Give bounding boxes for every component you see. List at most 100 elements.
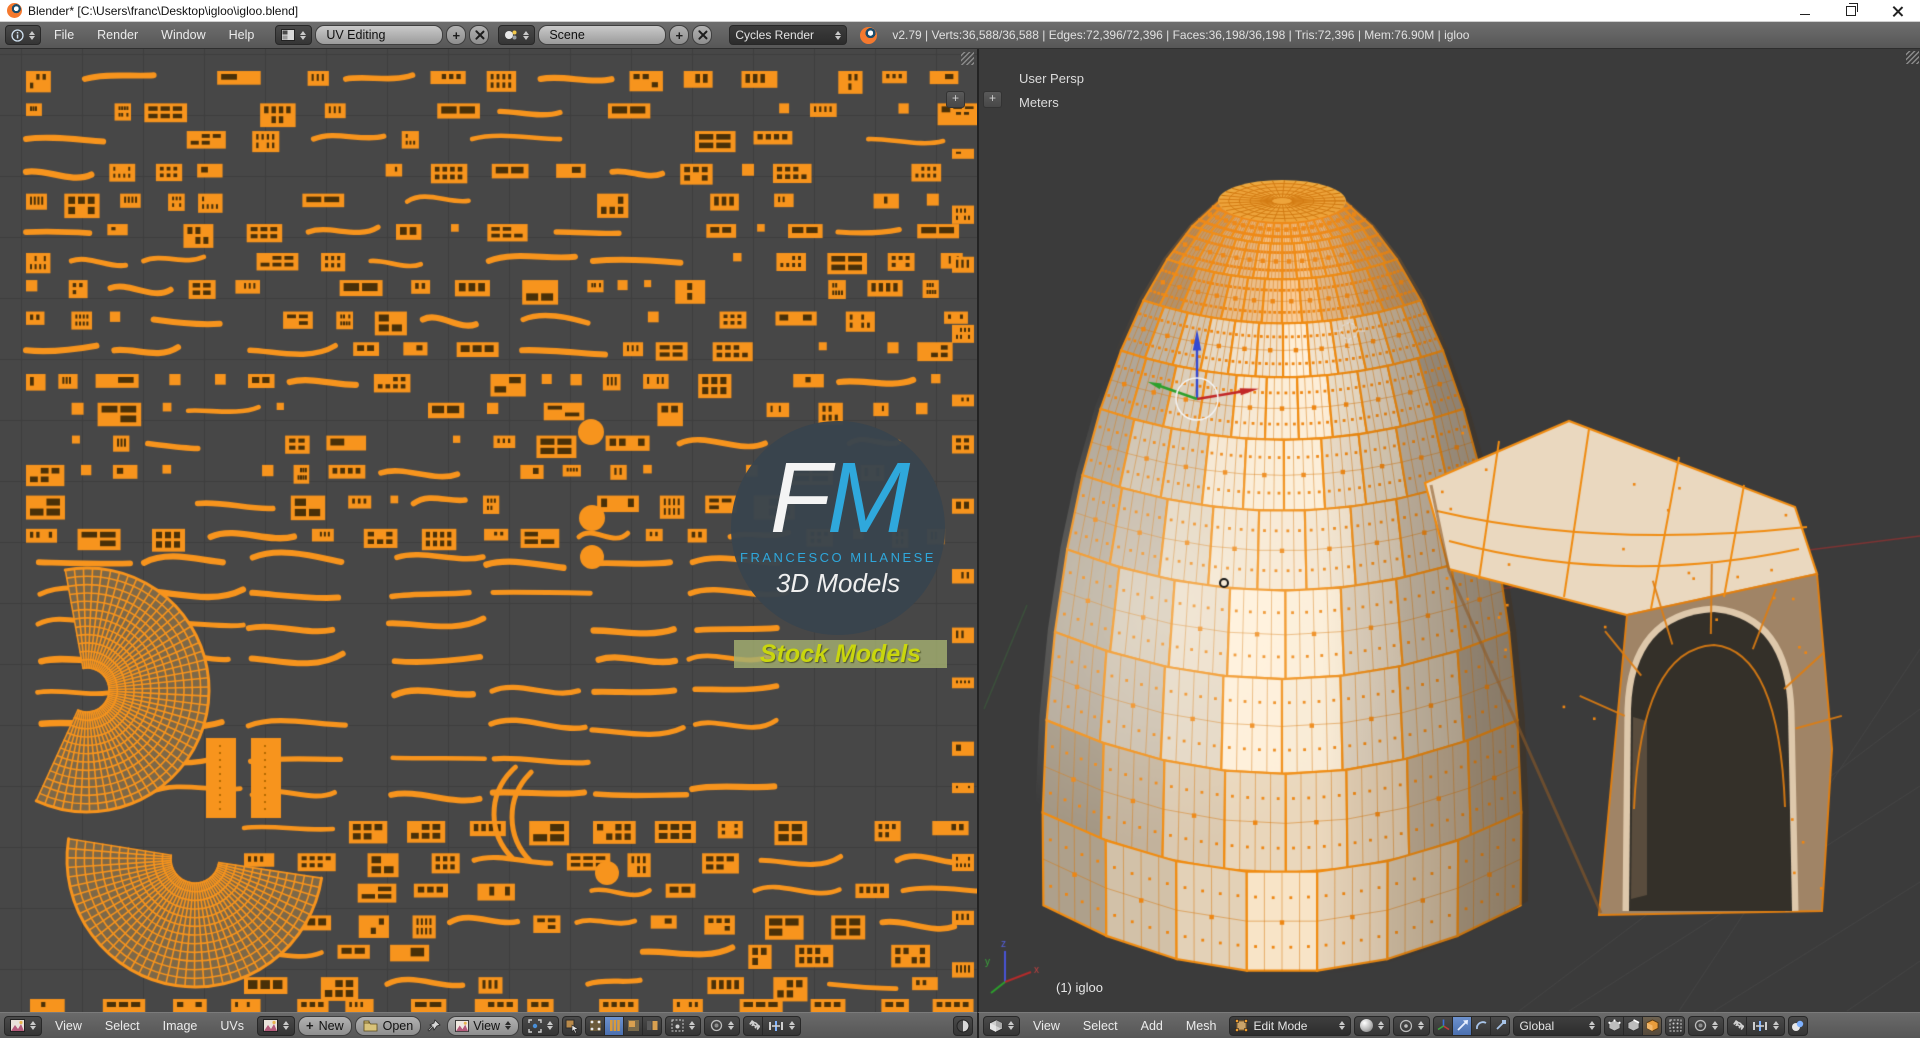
dropdown-arrows-icon bbox=[300, 30, 307, 40]
uv-select-island-button[interactable] bbox=[642, 1015, 663, 1036]
sticky-icon bbox=[671, 1019, 684, 1032]
fm-subtitle: 3D Models bbox=[775, 567, 901, 598]
viewport-shading-selector[interactable] bbox=[1354, 1015, 1391, 1036]
limit-selection-visible-button[interactable] bbox=[1665, 1015, 1686, 1036]
uv-select-face-button[interactable] bbox=[623, 1015, 644, 1036]
v3d-snap-toggle[interactable] bbox=[1727, 1015, 1748, 1036]
manipulator-rotate-button[interactable] bbox=[1471, 1015, 1492, 1036]
restore-button[interactable] bbox=[1828, 0, 1874, 22]
menu-help[interactable]: Help bbox=[219, 28, 265, 42]
dropdown-arrows-icon bbox=[1712, 1021, 1719, 1030]
delete-layout-button[interactable] bbox=[469, 25, 490, 45]
dropdown-arrows-icon bbox=[505, 1021, 512, 1030]
plus-icon: + bbox=[306, 1018, 314, 1033]
menu-window[interactable]: Window bbox=[151, 28, 215, 42]
uv-image-editor: FM FRANCESCO MILANESE 3D Models Stock Mo… bbox=[0, 49, 977, 1012]
info-header: File Render Window Help UV Editing + Sce… bbox=[0, 22, 1920, 49]
orientation-selector[interactable]: Global bbox=[1513, 1015, 1602, 1036]
plus-icon: + bbox=[675, 27, 684, 43]
uv-pixel-snap-button[interactable] bbox=[953, 1015, 973, 1036]
uv-pivot-selector[interactable] bbox=[522, 1015, 560, 1036]
blender-logo-icon bbox=[7, 3, 22, 18]
sync-cursor-icon bbox=[565, 1019, 579, 1033]
v3d-menu-mesh[interactable]: Mesh bbox=[1176, 1019, 1227, 1033]
uv-proportional-edit-selector[interactable] bbox=[704, 1015, 741, 1036]
folder-icon bbox=[363, 1020, 378, 1031]
uv-editor-type-button[interactable] bbox=[4, 1015, 42, 1036]
uv-view-dropdown[interactable]: View bbox=[447, 1015, 520, 1036]
edge-mode-icon bbox=[609, 1020, 620, 1031]
viewport-3d: User Persp Meters (1) igloo + bbox=[977, 49, 1920, 1012]
uv-menu-uvs[interactable]: UVs bbox=[210, 1019, 254, 1033]
snap-increment-icon bbox=[769, 1020, 784, 1031]
close-button[interactable] bbox=[1874, 0, 1920, 22]
v3d-menu-add[interactable]: Add bbox=[1131, 1019, 1173, 1033]
vertex-mode-icon bbox=[589, 1020, 601, 1031]
dropdown-arrows-icon bbox=[1418, 1021, 1425, 1030]
select-face-button[interactable] bbox=[1642, 1015, 1663, 1036]
image-datablock-selector[interactable] bbox=[257, 1015, 295, 1036]
open-label: Open bbox=[382, 1018, 414, 1033]
pin-icon[interactable] bbox=[426, 1018, 442, 1034]
stock-models-badge: Stock Models bbox=[734, 640, 947, 668]
v3d-proportional-edit-selector[interactable] bbox=[1688, 1015, 1725, 1036]
uv-sync-selection-toggle[interactable] bbox=[562, 1015, 583, 1036]
image-editor-icon bbox=[10, 1019, 25, 1032]
face-mode-icon bbox=[1646, 1019, 1659, 1032]
manipulator-toggle-button[interactable] bbox=[1433, 1015, 1454, 1036]
v3d-menu-select[interactable]: Select bbox=[1073, 1019, 1128, 1033]
orientation-label: Global bbox=[1519, 1018, 1555, 1033]
occlude-geometry-icon bbox=[1669, 1019, 1682, 1032]
dropdown-arrows-icon bbox=[728, 1021, 735, 1030]
uv-area-corner-widget[interactable] bbox=[961, 52, 974, 65]
editor-type-info-button[interactable] bbox=[5, 25, 41, 45]
magnet-icon bbox=[1733, 1019, 1744, 1030]
manipulator-translate-button[interactable] bbox=[1452, 1015, 1473, 1036]
title-bar: Blender* [C:\Users\franc\Desktop\igloo\i… bbox=[0, 0, 1920, 22]
layout-name-field[interactable]: UV Editing bbox=[315, 25, 444, 45]
delete-scene-button[interactable] bbox=[692, 25, 713, 45]
add-scene-button[interactable]: + bbox=[669, 25, 690, 45]
uv-snap-element-selector[interactable] bbox=[762, 1015, 802, 1036]
new-image-button[interactable]: + New bbox=[298, 1015, 352, 1036]
uv-menu-select[interactable]: Select bbox=[95, 1019, 150, 1033]
v3d-editor-type-button[interactable] bbox=[983, 1015, 1020, 1036]
select-edge-button[interactable] bbox=[1623, 1015, 1644, 1036]
uv-panel-expand-button[interactable]: + bbox=[946, 91, 965, 108]
spheres-icon bbox=[1792, 1020, 1804, 1031]
dropdown-arrows-icon bbox=[1773, 1021, 1780, 1030]
scale-icon bbox=[1496, 1020, 1506, 1030]
manipulator-scale-button[interactable] bbox=[1490, 1015, 1511, 1036]
v3d-panel-expand-button[interactable]: + bbox=[983, 91, 1002, 108]
v3d-menu-view[interactable]: View bbox=[1023, 1019, 1070, 1033]
scene-name-field[interactable]: Scene bbox=[538, 25, 667, 45]
uv-select-edge-button[interactable] bbox=[604, 1015, 625, 1036]
uv-menu-image[interactable]: Image bbox=[153, 1019, 208, 1033]
minimize-button[interactable] bbox=[1782, 0, 1828, 22]
magnet-icon bbox=[748, 1019, 760, 1030]
layout-icon bbox=[281, 29, 296, 41]
uv-select-vertex-button[interactable] bbox=[585, 1015, 606, 1036]
render-engine-selector[interactable]: Cycles Render bbox=[729, 25, 848, 45]
dropdown-arrows-icon bbox=[789, 1021, 796, 1030]
v3d-area-corner-widget[interactable] bbox=[1906, 51, 1919, 64]
uv-sticky-selection-selector[interactable] bbox=[665, 1015, 702, 1036]
dropdown-arrows-icon bbox=[30, 1021, 36, 1030]
menu-file[interactable]: File bbox=[44, 28, 84, 42]
mode-selector[interactable]: Edit Mode bbox=[1229, 1015, 1352, 1036]
pivot-center-selector[interactable] bbox=[1393, 1015, 1431, 1036]
select-vertex-button[interactable] bbox=[1604, 1015, 1625, 1036]
uv-snap-toggle[interactable] bbox=[743, 1015, 764, 1036]
render-border-button[interactable] bbox=[1788, 1015, 1809, 1036]
menu-render[interactable]: Render bbox=[87, 28, 148, 42]
uv-menu-view[interactable]: View bbox=[45, 1019, 92, 1033]
scene-statistics: v2.79 | Verts:36,588/36,588 | Edges:72,3… bbox=[892, 28, 1470, 42]
dropdown-arrows-icon bbox=[523, 30, 530, 40]
scene-selector[interactable] bbox=[498, 25, 536, 45]
open-image-button[interactable]: Open bbox=[354, 1015, 422, 1036]
v3d-snap-element-selector[interactable] bbox=[1746, 1015, 1786, 1036]
screen-layout-selector[interactable] bbox=[275, 25, 313, 45]
viewport-3d-canvas[interactable] bbox=[979, 49, 1920, 1012]
add-layout-button[interactable]: + bbox=[446, 25, 467, 45]
uv-selection-mode-group bbox=[585, 1015, 663, 1036]
